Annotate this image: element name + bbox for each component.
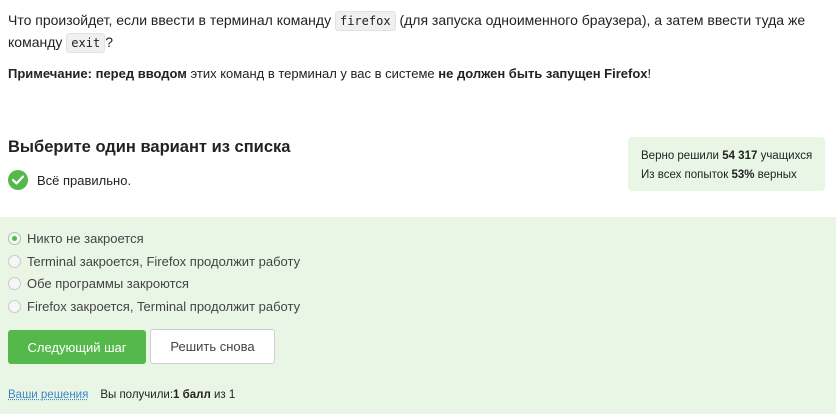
option-label: Terminal закроется, Firefox продолжит ра… xyxy=(27,254,301,269)
radio-icon[interactable] xyxy=(8,277,21,290)
command-exit: exit xyxy=(66,33,106,53)
radio-icon[interactable] xyxy=(8,300,21,313)
question-text: Что произойдет, если ввести в терминал к… xyxy=(8,10,828,54)
note-bold-1: Примечание: перед вводом xyxy=(8,66,187,81)
footer: Ваши решения Вы получили: 1 балл из 1 xyxy=(8,389,235,401)
option-1[interactable]: Никто не закроется xyxy=(8,231,144,246)
question-note: Примечание: перед вводом этих команд в т… xyxy=(8,66,651,81)
option-3[interactable]: Обе программы закроются xyxy=(8,276,189,291)
note-bold-2: не должен быть запущен Firefox xyxy=(438,66,648,81)
stats-attempts-prefix: Из всех попыток xyxy=(641,169,732,181)
option-label: Обе программы закроются xyxy=(27,276,189,291)
next-step-button[interactable]: Следующий шаг xyxy=(8,330,146,364)
status-text: Всё правильно. xyxy=(37,172,132,188)
radio-selected-icon[interactable] xyxy=(8,232,21,245)
option-label: Firefox закроется, Terminal продолжит ра… xyxy=(27,299,301,314)
option-2[interactable]: Terminal закроется, Firefox продолжит ра… xyxy=(8,254,300,269)
note-text-2: ! xyxy=(647,66,652,81)
command-firefox: firefox xyxy=(334,11,396,31)
result-status: Всё правильно. xyxy=(8,170,131,190)
stats-solved: Верно решили 54 317 учащихся xyxy=(641,147,825,166)
stats-solved-prefix: Верно решили xyxy=(641,150,723,162)
stats-attempts-suffix: верных xyxy=(754,169,797,181)
answer-area xyxy=(0,217,836,414)
option-label: Никто не закроется xyxy=(27,231,144,246)
stats-attempts: Из всех попыток 53% верных xyxy=(641,166,825,185)
choice-heading: Выберите один вариант из списка xyxy=(8,138,291,156)
score-prefix: Вы получили: xyxy=(100,389,174,401)
question-part-3: ? xyxy=(105,34,113,50)
score-suffix: из 1 xyxy=(210,389,236,401)
stats-panel: Верно решили 54 317 учащихся Из всех поп… xyxy=(628,137,825,191)
check-icon xyxy=(8,170,28,190)
stats-solved-suffix: учащихся xyxy=(757,150,813,162)
retry-button[interactable]: Решить снова xyxy=(150,329,275,364)
stats-solved-count: 54 317 xyxy=(722,150,758,162)
note-text-1: этих команд в терминал у вас в системе xyxy=(186,66,439,81)
option-4[interactable]: Firefox закроется, Terminal продолжит ра… xyxy=(8,299,300,314)
your-solutions-link[interactable]: Ваши решения xyxy=(8,389,88,401)
stats-attempts-percent: 53% xyxy=(731,169,755,181)
question-part-1: Что произойдет, если ввести в терминал к… xyxy=(8,12,335,28)
score-value: 1 балл xyxy=(173,389,211,401)
radio-icon[interactable] xyxy=(8,255,21,268)
